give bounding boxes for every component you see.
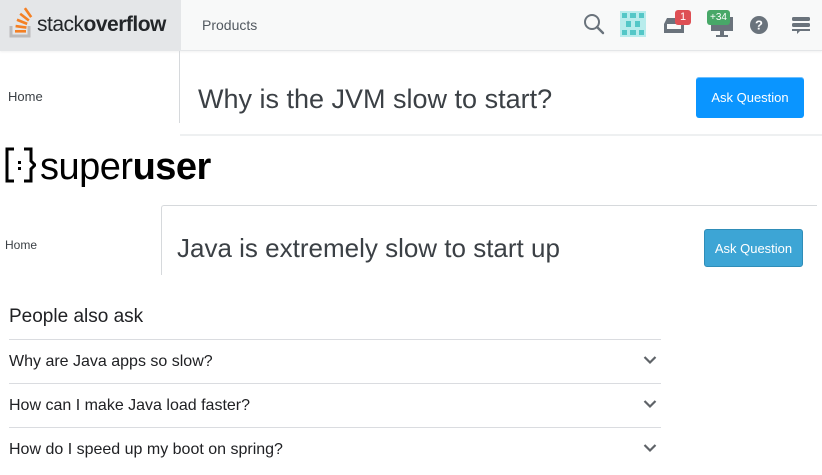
stackoverflow-topbar: stackoverflow Products 1 +34 ? xyxy=(0,0,822,51)
stackoverflow-logo-link[interactable]: stackoverflow xyxy=(0,0,181,51)
chevron-down-icon[interactable] xyxy=(643,443,657,453)
achievements-badge[interactable]: +34 xyxy=(707,10,730,25)
stackoverflow-divider xyxy=(180,134,822,136)
stackoverflow-logo-icon xyxy=(9,7,33,38)
nav-products[interactable]: Products xyxy=(202,17,257,33)
paa-question-text: How can I make Java load faster? xyxy=(9,397,251,414)
superuser-home-link[interactable]: Home xyxy=(5,238,37,252)
paa-question-item[interactable]: Why are Java apps so slow? xyxy=(9,339,661,383)
paa-question-item[interactable]: How can I make Java load faster? xyxy=(9,383,661,427)
stackoverflow-home-link[interactable]: Home xyxy=(8,89,43,104)
paa-question-text: Why are Java apps so slow? xyxy=(9,353,213,370)
chevron-down-icon[interactable] xyxy=(643,399,657,409)
people-also-ask-heading: People also ask xyxy=(9,306,144,327)
chevron-down-icon[interactable] xyxy=(643,355,657,365)
superuser-ask-question-button[interactable]: Ask Question xyxy=(704,229,803,267)
stackoverflow-wordmark: stackoverflow xyxy=(37,13,166,37)
user-avatar[interactable] xyxy=(620,11,646,37)
superuser-logo-icon xyxy=(5,147,36,183)
site-switcher-icon[interactable] xyxy=(791,15,811,35)
svg-text:?: ? xyxy=(755,18,763,33)
superuser-question-title[interactable]: Java is extremely slow to start up xyxy=(177,233,560,264)
people-also-ask-list: Why are Java apps so slow? How can I mak… xyxy=(9,339,661,471)
superuser-logo-text-light: super xyxy=(40,146,133,188)
stackoverflow-ask-question-button[interactable]: Ask Question xyxy=(696,77,804,118)
paa-question-item[interactable]: How do I speed up my boot on spring? xyxy=(9,427,661,471)
stackoverflow-left-sidebar xyxy=(0,51,180,123)
logo-text-light: stack xyxy=(37,13,84,36)
logo-text-bold: overflow xyxy=(83,13,167,36)
superuser-logo-text-bold: user xyxy=(132,146,212,188)
stackoverflow-question-title[interactable]: Why is the JVM slow to start? xyxy=(198,84,552,115)
help-icon[interactable]: ? xyxy=(749,15,769,35)
search-icon[interactable] xyxy=(583,13,605,35)
superuser-wordmark[interactable]: superuser xyxy=(40,146,211,189)
inbox-badge[interactable]: 1 xyxy=(675,10,691,25)
paa-question-text: How do I speed up my boot on spring? xyxy=(9,441,283,458)
